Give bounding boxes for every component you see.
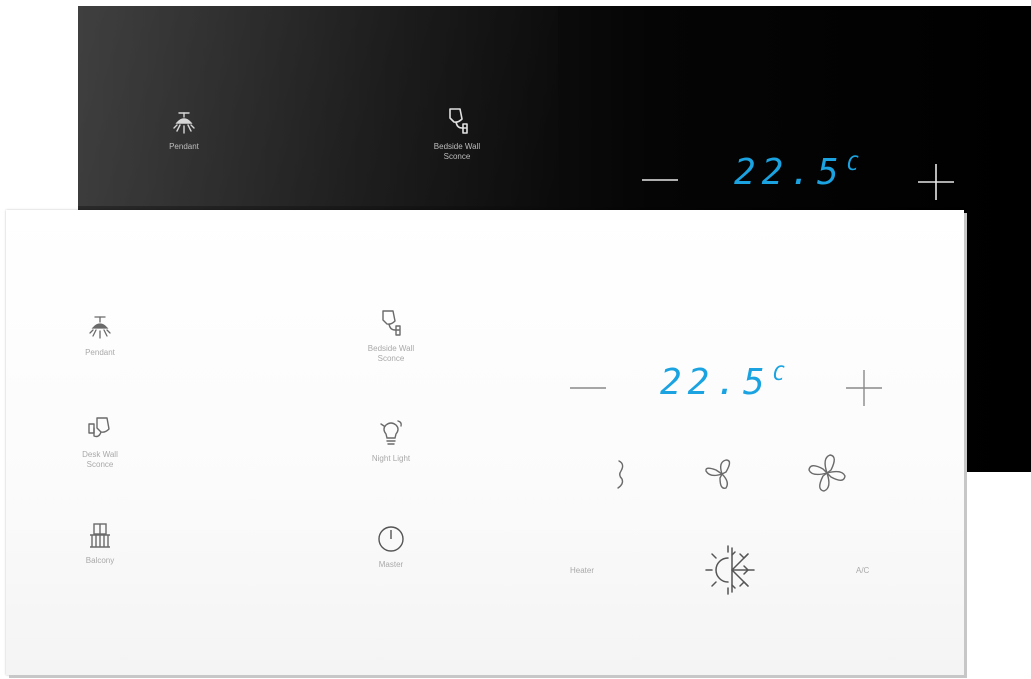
temperature-value: 22.5 [660, 362, 771, 403]
night-light-label: Night Light [371, 454, 411, 463]
black-pendant-label: Pendant [169, 142, 199, 151]
desk-wall-sconce-button[interactable]: Desk Wall Sconce [60, 414, 140, 470]
increase-button[interactable] [844, 368, 884, 413]
increase-icon [918, 164, 954, 200]
pendant-icon [89, 316, 111, 339]
fan-low-button[interactable] [610, 458, 630, 497]
heat-cool-icon [705, 545, 755, 595]
balcony-label: Balcony [85, 556, 115, 565]
black-pendant-button[interactable]: Pendant [144, 110, 224, 152]
black-temperature-value: 22.5 [734, 152, 845, 193]
pendant-button[interactable]: Pendant [60, 314, 140, 358]
fan-high-button[interactable] [804, 452, 850, 499]
black-bedside-sconce-button[interactable]: Bedside Wall Sconce [412, 106, 502, 162]
increase-icon [846, 370, 882, 406]
decrease-icon [570, 387, 606, 389]
night-light-icon [380, 420, 402, 445]
black-bedside-sconce-label: Bedside Wall Sconce [433, 142, 481, 161]
night-light-button[interactable]: Night Light [346, 418, 436, 464]
black-increase-button[interactable] [916, 162, 956, 207]
bedside-wall-sconce-button[interactable]: Bedside Wall Sconce [346, 308, 436, 364]
fan-medium-button[interactable] [700, 456, 744, 497]
pendant-icon [173, 112, 195, 134]
desk-wall-sconce-label: Desk Wall Sconce [82, 450, 118, 469]
fan-medium-icon [705, 459, 731, 489]
black-temperature-unit: C [846, 152, 859, 176]
power-icon [378, 526, 404, 552]
white-control-panel: Pendant Desk Wall Sconce Balcony Bedside… [6, 210, 964, 675]
heat-cool-mode-button[interactable] [700, 540, 760, 605]
master-label: Master [378, 560, 404, 569]
pendant-label: Pendant [85, 348, 115, 357]
fan-low-icon [617, 460, 624, 489]
fan-high-icon [808, 454, 846, 492]
desk-sconce-icon [88, 417, 110, 438]
heater-label: Heater [570, 566, 595, 575]
decrease-button[interactable] [568, 378, 608, 403]
decrease-icon [642, 179, 678, 181]
ac-label: A/C [856, 566, 870, 575]
master-button[interactable]: Master [346, 524, 436, 570]
bedside-wall-sconce-label: Bedside Wall Sconce [367, 344, 415, 363]
balcony-icon [90, 523, 110, 548]
black-temperature-display: 22.5 C [734, 152, 859, 193]
temperature-display: 22.5 C [660, 362, 785, 403]
black-decrease-button[interactable] [640, 170, 680, 195]
balcony-button[interactable]: Balcony [60, 522, 140, 566]
temperature-unit: C [772, 362, 785, 386]
wall-sconce-icon [382, 310, 401, 336]
wall-sconce-icon [449, 108, 468, 134]
